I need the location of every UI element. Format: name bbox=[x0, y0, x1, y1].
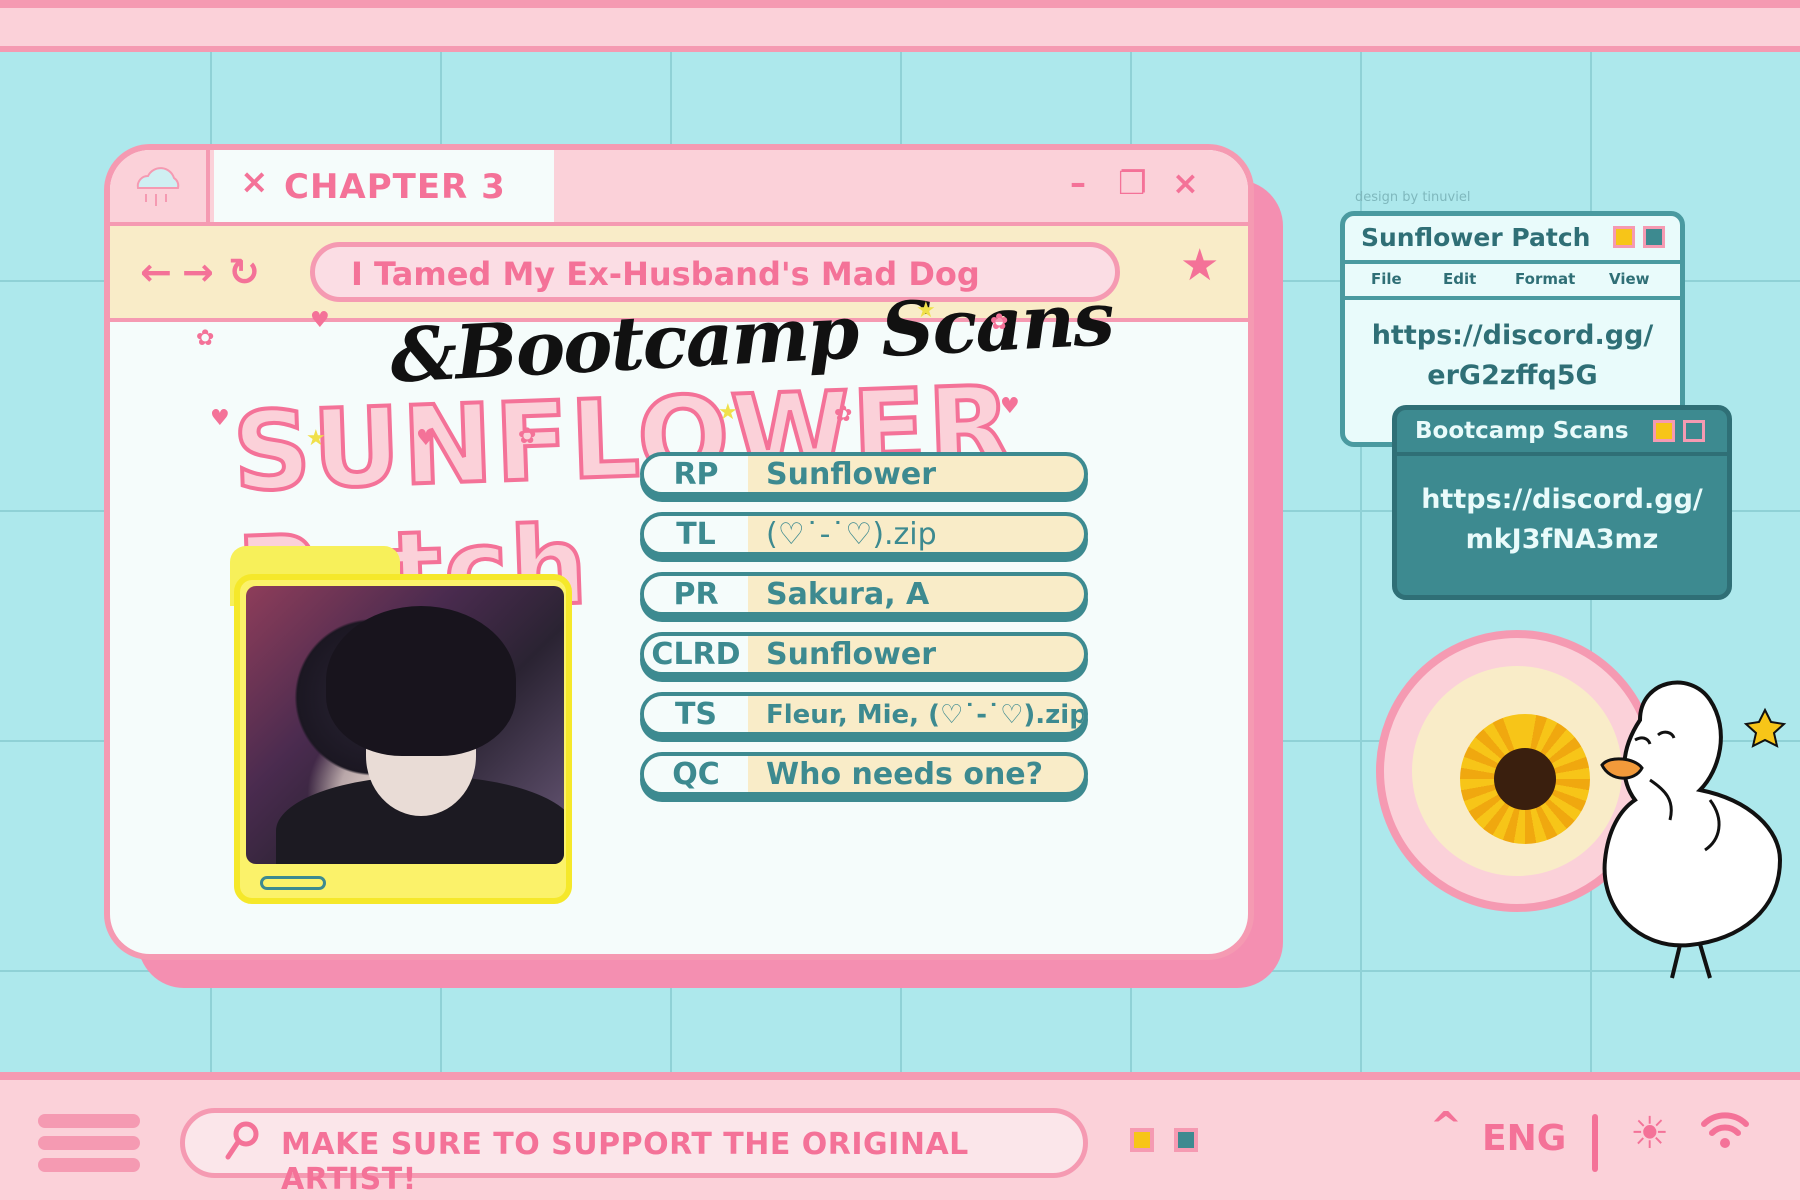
window-title: Bootcamp Scans bbox=[1415, 418, 1629, 444]
design-credit: design by tinuviel bbox=[1355, 190, 1471, 205]
credit-role: CLRD bbox=[644, 636, 748, 672]
search-icon bbox=[225, 1121, 259, 1170]
caret-up-icon[interactable]: ^ bbox=[1430, 1104, 1462, 1148]
back-arrow-icon[interactable]: ← bbox=[140, 250, 172, 294]
forward-arrow-icon[interactable]: → bbox=[182, 250, 214, 294]
search-text: MAKE SURE TO SUPPORT THE ORIGINAL ARTIST… bbox=[281, 1127, 969, 1197]
browser-window: × CHAPTER 3 – ❐ × ← → ↻ I Tamed My Ex-Hu… bbox=[104, 144, 1254, 960]
taskbar-square[interactable] bbox=[1130, 1128, 1154, 1152]
hamburger-menu-icon[interactable] bbox=[38, 1114, 140, 1180]
credit-name: Fleur, Mie, (♡˙-˙♡).zip bbox=[766, 700, 1088, 730]
menu-view[interactable]: View bbox=[1609, 270, 1650, 288]
close-icon[interactable]: × bbox=[1172, 164, 1199, 202]
bootcamp-discord-window: Bootcamp Scans https://discord.gg/ mkJ3f… bbox=[1392, 405, 1732, 600]
search-input[interactable]: MAKE SURE TO SUPPORT THE ORIGINAL ARTIST… bbox=[180, 1108, 1088, 1197]
credit-row: QC Who needs one? bbox=[640, 752, 1090, 802]
taskbar-square[interactable] bbox=[1174, 1128, 1198, 1152]
credit-name: Sunflower bbox=[766, 637, 937, 672]
bookmark-star-icon[interactable]: ★ bbox=[1180, 240, 1219, 291]
cover-folder bbox=[234, 574, 572, 904]
credit-row: TS Fleur, Mie, (♡˙-˙♡).zip bbox=[640, 692, 1090, 742]
bootcamp-discord-link[interactable]: https://discord.gg/ mkJ3fNA3mz bbox=[1397, 480, 1727, 560]
window-button[interactable] bbox=[1683, 420, 1705, 442]
divider bbox=[1592, 1114, 1598, 1172]
heart-icon: ♥ bbox=[310, 308, 330, 333]
credit-row: RP Sunflower bbox=[640, 452, 1090, 502]
credit-role: TL bbox=[644, 516, 748, 552]
credit-row: CLRD Sunflower bbox=[640, 632, 1090, 682]
tab-chapter[interactable]: × CHAPTER 3 bbox=[214, 150, 554, 222]
top-bar bbox=[0, 0, 1800, 52]
sunflower-window-titlebar: Sunflower Patch bbox=[1345, 216, 1680, 264]
window-button[interactable] bbox=[1613, 226, 1635, 248]
menu-file[interactable]: File bbox=[1371, 270, 1402, 288]
window-menu-bar: File Edit Format View bbox=[1345, 264, 1680, 300]
flower-icon: ✿ bbox=[518, 424, 537, 449]
credit-role: PR bbox=[644, 576, 748, 612]
credit-name: (♡˙-˙♡).zip bbox=[766, 517, 937, 552]
tab-close-icon[interactable]: × bbox=[240, 162, 269, 202]
star-icon: ★ bbox=[718, 400, 738, 425]
menu-format[interactable]: Format bbox=[1515, 270, 1575, 288]
credit-row: TL (♡˙-˙♡).zip bbox=[640, 512, 1090, 562]
tab-label: CHAPTER 3 bbox=[284, 167, 506, 207]
window-button[interactable] bbox=[1653, 420, 1675, 442]
flower-icon: ✿ bbox=[834, 402, 853, 427]
title-bar: × CHAPTER 3 – ❐ × bbox=[110, 150, 1248, 222]
refresh-icon[interactable]: ↻ bbox=[228, 250, 260, 294]
credit-row: PR Sakura, A bbox=[640, 572, 1090, 622]
language-indicator[interactable]: ENG bbox=[1482, 1118, 1566, 1159]
menu-edit[interactable]: Edit bbox=[1443, 270, 1476, 288]
restore-icon[interactable]: ❐ bbox=[1118, 164, 1147, 202]
bootcamp-window-titlebar: Bootcamp Scans bbox=[1397, 410, 1727, 456]
credit-name: Who needs one? bbox=[766, 757, 1044, 792]
credit-role: QC bbox=[644, 756, 748, 792]
heart-icon: ♥ bbox=[416, 426, 436, 451]
cover-image bbox=[246, 586, 564, 864]
sunflower-icon bbox=[1460, 714, 1590, 844]
star-icon: ★ bbox=[916, 298, 936, 323]
duck-icon bbox=[1580, 660, 1795, 994]
credit-name: Sakura, A bbox=[766, 577, 930, 612]
credit-role: TS bbox=[644, 696, 748, 732]
cloud-icon bbox=[110, 150, 210, 222]
credit-role: RP bbox=[644, 456, 748, 492]
flower-icon: ✿ bbox=[990, 310, 1009, 335]
window-title: Sunflower Patch bbox=[1361, 223, 1591, 252]
sunflower-discord-link[interactable]: https://discord.gg/ erG2zffq5G bbox=[1345, 316, 1680, 396]
window-button[interactable] bbox=[1643, 226, 1665, 248]
wifi-icon[interactable] bbox=[1700, 1108, 1750, 1156]
minimize-icon[interactable]: – bbox=[1070, 164, 1086, 202]
folder-bar bbox=[260, 876, 326, 890]
taskbar: MAKE SURE TO SUPPORT THE ORIGINAL ARTIST… bbox=[0, 1072, 1800, 1200]
heart-icon: ♥ bbox=[210, 406, 230, 431]
credit-name: Sunflower bbox=[766, 457, 937, 492]
heart-icon: ♥ bbox=[1000, 394, 1020, 419]
brightness-icon[interactable]: ☀ bbox=[1630, 1108, 1669, 1159]
flower-icon: ✿ bbox=[196, 326, 215, 351]
star-icon: ★ bbox=[306, 426, 326, 451]
